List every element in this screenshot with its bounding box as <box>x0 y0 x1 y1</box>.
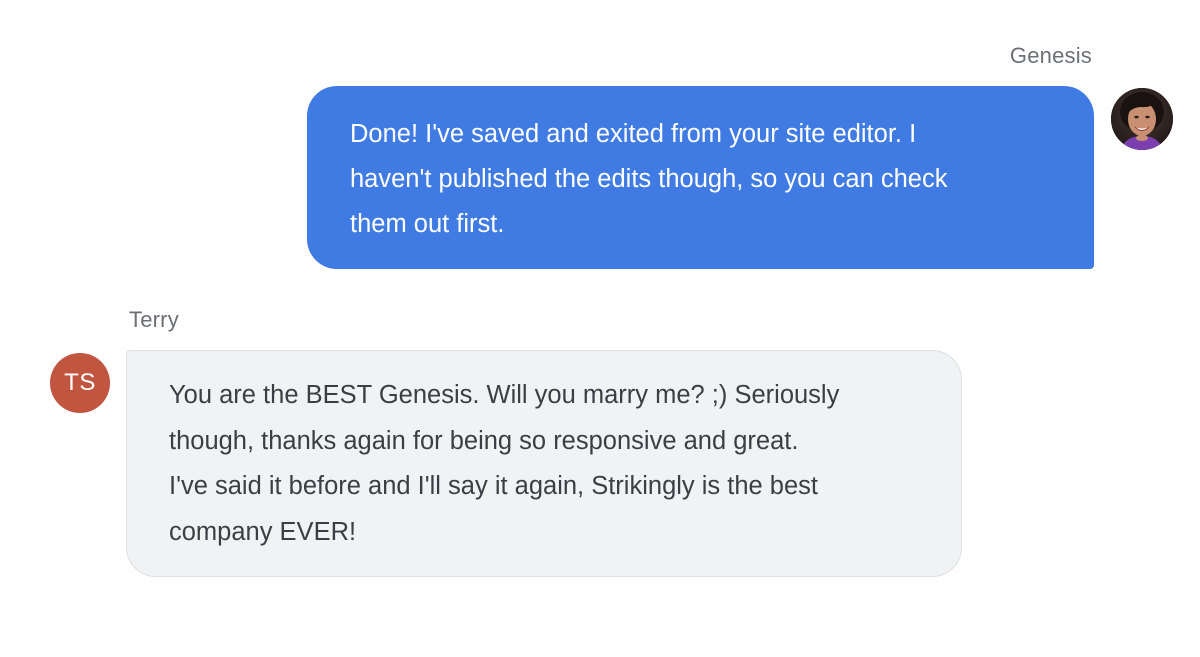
sender-name-terry: Terry <box>129 307 179 332</box>
message-line: though, thanks again for being so respon… <box>169 426 799 455</box>
message-line: Done! I've saved and exited from your si… <box>350 120 917 148</box>
message-line: You are the BEST Genesis. Will you marry… <box>169 381 840 409</box>
message-line: them out first. <box>350 210 505 238</box>
agent-avatar-photo <box>1111 88 1173 150</box>
message-bubble-outgoing: Done! I've saved and exited from your si… <box>307 86 1094 269</box>
message-line: I've said it before and I'll say it agai… <box>169 472 818 500</box>
message-line: company EVER! <box>169 517 357 546</box>
chat-transcript: Genesis Done! I've saved and exited from… <box>0 0 1200 657</box>
user-initials-avatar: TS <box>50 353 110 413</box>
message-bubble-incoming: You are the BEST Genesis. Will you marry… <box>126 350 962 577</box>
message-line: haven't published the edits though, so y… <box>350 165 948 193</box>
person-avatar-icon <box>1111 88 1173 150</box>
sender-name-genesis: Genesis <box>1009 43 1092 68</box>
